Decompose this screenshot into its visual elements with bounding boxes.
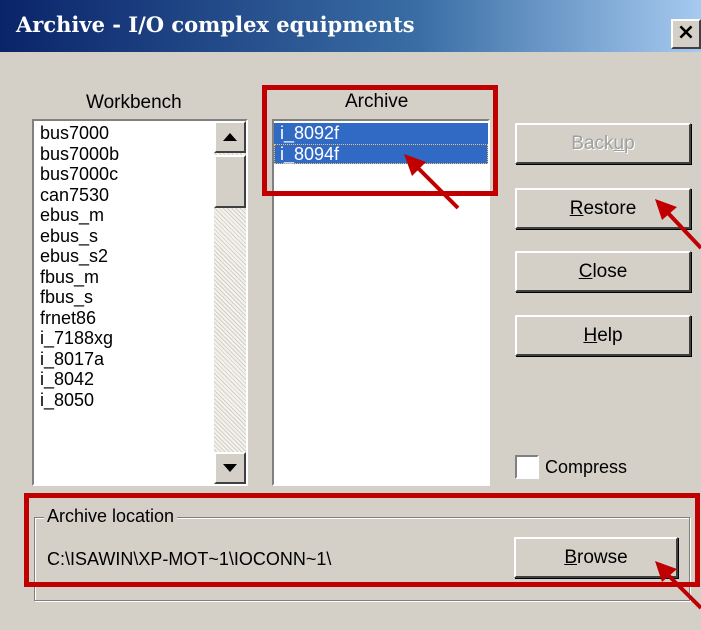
workbench-scrollbar[interactable] (214, 121, 246, 484)
workbench-label: Workbench (86, 92, 182, 113)
restore-button[interactable]: Restore (515, 188, 691, 229)
archive-highlight-box (262, 85, 498, 196)
window-title: Archive - I/O complex equipments (16, 12, 415, 37)
scroll-down-button[interactable] (214, 452, 246, 484)
scroll-up-button[interactable] (214, 121, 246, 153)
title-bar[interactable]: Archive - I/O complex equipments × (0, 0, 701, 52)
scroll-thumb[interactable] (214, 155, 246, 208)
help-button[interactable]: Help (515, 315, 691, 356)
close-button[interactable]: Close (515, 251, 691, 292)
compress-label[interactable]: Compress (545, 457, 627, 478)
arrow-up-icon (223, 133, 237, 141)
close-window-button[interactable]: × (671, 19, 701, 49)
backup-button[interactable]: Backup (515, 123, 691, 164)
location-highlight-box (24, 493, 700, 587)
compress-checkbox[interactable] (515, 455, 539, 479)
arrow-down-icon (223, 464, 237, 472)
